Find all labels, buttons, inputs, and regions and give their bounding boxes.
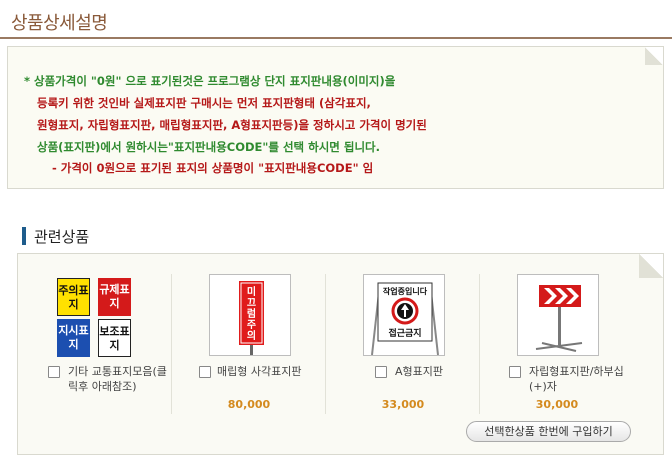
tile-auxiliary: 보조표지 (98, 319, 131, 357)
page-fold-corner (645, 47, 663, 65)
product-name[interactable]: 기타 교통표지모음(클릭후 아래참조) (68, 364, 168, 394)
product-price: 80,000 (227, 398, 271, 411)
product-thumbnail[interactable]: 주의표지 규제표지 지시표지 보조표지 (52, 274, 136, 358)
sign-top-text: 작업중입니다 (382, 287, 428, 296)
section-marker (22, 227, 26, 245)
product-divider (171, 274, 172, 414)
notice-line-5: - 가격이 0원으로 표기된 표지의 상품명이 "표지판내용CODE" 임 (52, 161, 374, 175)
page-title-bar: 상품상세설명 (0, 0, 672, 39)
product-price: 30,000 (535, 398, 579, 411)
notice-line-4: 상품(표지판)에서 원하시는"표지판내용CODE"를 선택 하시면 됩니다. (37, 140, 380, 154)
buy-selected-button[interactable]: 선택한상품 한번에 구입하기 (466, 421, 631, 442)
tile-regulation: 규제표지 (98, 278, 131, 316)
page-fold-corner (639, 254, 663, 278)
product-checkbox[interactable] (48, 366, 60, 378)
product-name[interactable]: A형표지판 (395, 364, 475, 379)
notice-line-3: 원형표지, 자립형표지판, 매립형표지판, A형표지판등)을 정하시고 가격이 … (37, 118, 427, 132)
sign-bottom-text: 접근금지 (388, 329, 422, 339)
product-divider (325, 274, 326, 414)
notice-line-2: 등록키 위한 것인바 실제표지판 구매시는 먼저 표지판형태 (삼각표지, (37, 96, 371, 110)
title-divider (0, 37, 672, 39)
product-thumbnail[interactable]: 미끄럼주의 (209, 274, 291, 356)
product-card: 주의표지 규제표지 지시표지 보조표지 기타 교통표지모음(클릭후 아래참조) (20, 274, 172, 414)
product-card: 자립형표지판/하부십(+)자 30,000 (481, 274, 633, 414)
notice-box: * 상품가격이 "0원" 으로 표기된것은 프로그램상 단지 표지판내용(이미지… (7, 46, 664, 189)
product-name[interactable]: 자립형표지판/하부십(+)자 (529, 364, 629, 394)
product-name[interactable]: 매립형 사각표지판 (217, 364, 321, 379)
product-checkbox[interactable] (199, 366, 211, 378)
product-divider (479, 274, 480, 414)
section-title: 관련상품 (34, 228, 90, 246)
product-card: 작업중입니다 접근금지 A형표지판 33,000 (327, 274, 479, 414)
standing-sign-image (535, 285, 583, 352)
page-title: 상품상세설명 (11, 13, 108, 34)
product-thumbnail[interactable]: 작업중입니다 접근금지 (363, 274, 445, 356)
notice-line-1: * 상품가격이 "0원" 으로 표기된것은 프로그램상 단지 표지판내용(이미지… (24, 74, 396, 88)
product-card: 미끄럼주의 매립형 사각표지판 80,000 (173, 274, 325, 414)
product-checkbox[interactable] (509, 366, 521, 378)
sign-text: 미끄럼주의 (246, 287, 257, 342)
product-thumbnail[interactable] (517, 274, 599, 356)
tile-caution: 주의표지 (57, 278, 90, 316)
product-price: 33,000 (381, 398, 425, 411)
tile-instruction: 지시표지 (57, 319, 90, 357)
product-checkbox[interactable] (375, 366, 387, 378)
